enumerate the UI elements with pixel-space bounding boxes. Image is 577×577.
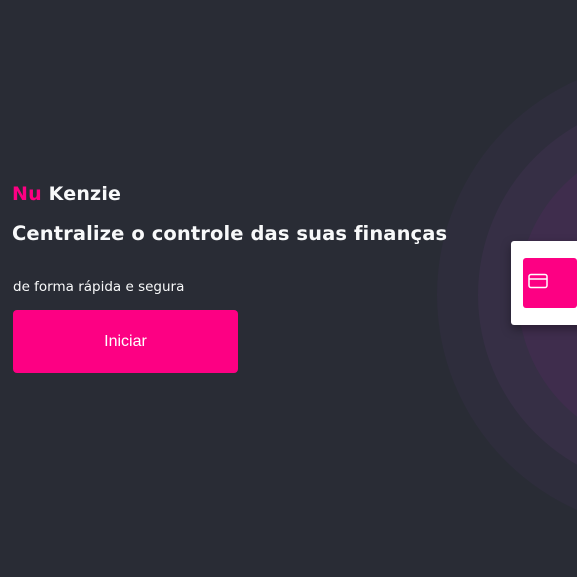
landing-page: Nu Kenzie Centralize o controle das suas…: [0, 0, 577, 577]
card-icon-box: [523, 258, 577, 308]
start-button[interactable]: Iniciar: [13, 310, 238, 373]
brand-logo-kenzie: Kenzie: [48, 183, 122, 205]
brand-logo: Nu Kenzie: [12, 183, 121, 205]
hero-headline: Centralize o controle das suas finanças: [12, 222, 448, 245]
brand-logo-nu: Nu: [12, 183, 42, 205]
hero-subtitle: de forma rápida e segura: [13, 279, 185, 295]
floating-card: [511, 241, 577, 325]
